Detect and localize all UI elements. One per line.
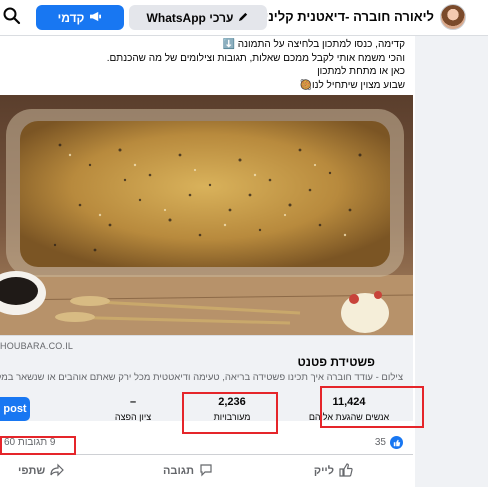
comment-icon — [199, 463, 213, 480]
like-count[interactable]: 35 — [375, 436, 403, 449]
distribution-score-label: ציון הפצה — [114, 412, 152, 422]
highlight-engagement — [182, 392, 278, 434]
link-domain: HOUBARA.CO.IL — [0, 341, 74, 351]
like-reaction-icon — [390, 436, 403, 449]
like-count-value: 35 — [374, 437, 386, 448]
post-text-line: קדימה, כנסו למתכון בלחיצה על התמונה ⬇️ — [222, 39, 405, 50]
share-icon — [50, 463, 65, 480]
right-gutter — [415, 36, 488, 487]
share-button[interactable]: שתפי — [18, 460, 65, 482]
whatsapp-button-label: ערכי WhatsApp — [146, 10, 234, 25]
distribution-score-stat[interactable]: – ציון הפצה — [108, 396, 158, 422]
boost-button-label: קדמי — [57, 10, 85, 25]
post-actions: לייק תגובה שתפי — [0, 456, 413, 486]
comment-button-label: תגובה — [163, 465, 194, 477]
boost-button[interactable]: קדמי — [36, 5, 124, 30]
like-button-label: לייק — [313, 465, 334, 477]
link-title[interactable]: פשטידת פטנט — [298, 355, 375, 369]
post-text: קדימה, כנסו למתכון בלחיצה על התמונה ⬇️ ו… — [5, 38, 405, 92]
post-text-line: והכי משמח אותי לקבל ממכם שאלות, תגובות ו… — [106, 52, 405, 64]
megaphone-icon — [89, 11, 102, 25]
avatar[interactable] — [440, 4, 466, 30]
post-text-line: כאן או מתחת למתכון — [317, 66, 405, 77]
whatsapp-button[interactable]: ערכי WhatsApp — [129, 5, 267, 30]
distribution-score-value: – — [129, 396, 137, 408]
post-text-line: שבוע מצוין שיתחיל לנו🥘 — [299, 79, 405, 91]
page-header: ליאורה חוברה -דיאטנית קלינית ו... ערכי W… — [0, 0, 488, 36]
highlight-counts — [0, 436, 76, 455]
thumbs-up-icon — [339, 462, 353, 480]
post-image[interactable] — [0, 95, 413, 335]
comment-button[interactable]: תגובה — [163, 460, 213, 482]
search-icon[interactable] — [2, 6, 26, 30]
highlight-reach — [320, 386, 424, 428]
link-description: צילום - עודד חוברה איך תכינו פשטידה בריא… — [0, 372, 403, 383]
boost-post-button[interactable]: post — [0, 397, 30, 421]
pencil-icon — [238, 11, 249, 25]
share-button-label: שתפי — [18, 465, 46, 477]
like-button[interactable]: לייק — [314, 460, 353, 482]
